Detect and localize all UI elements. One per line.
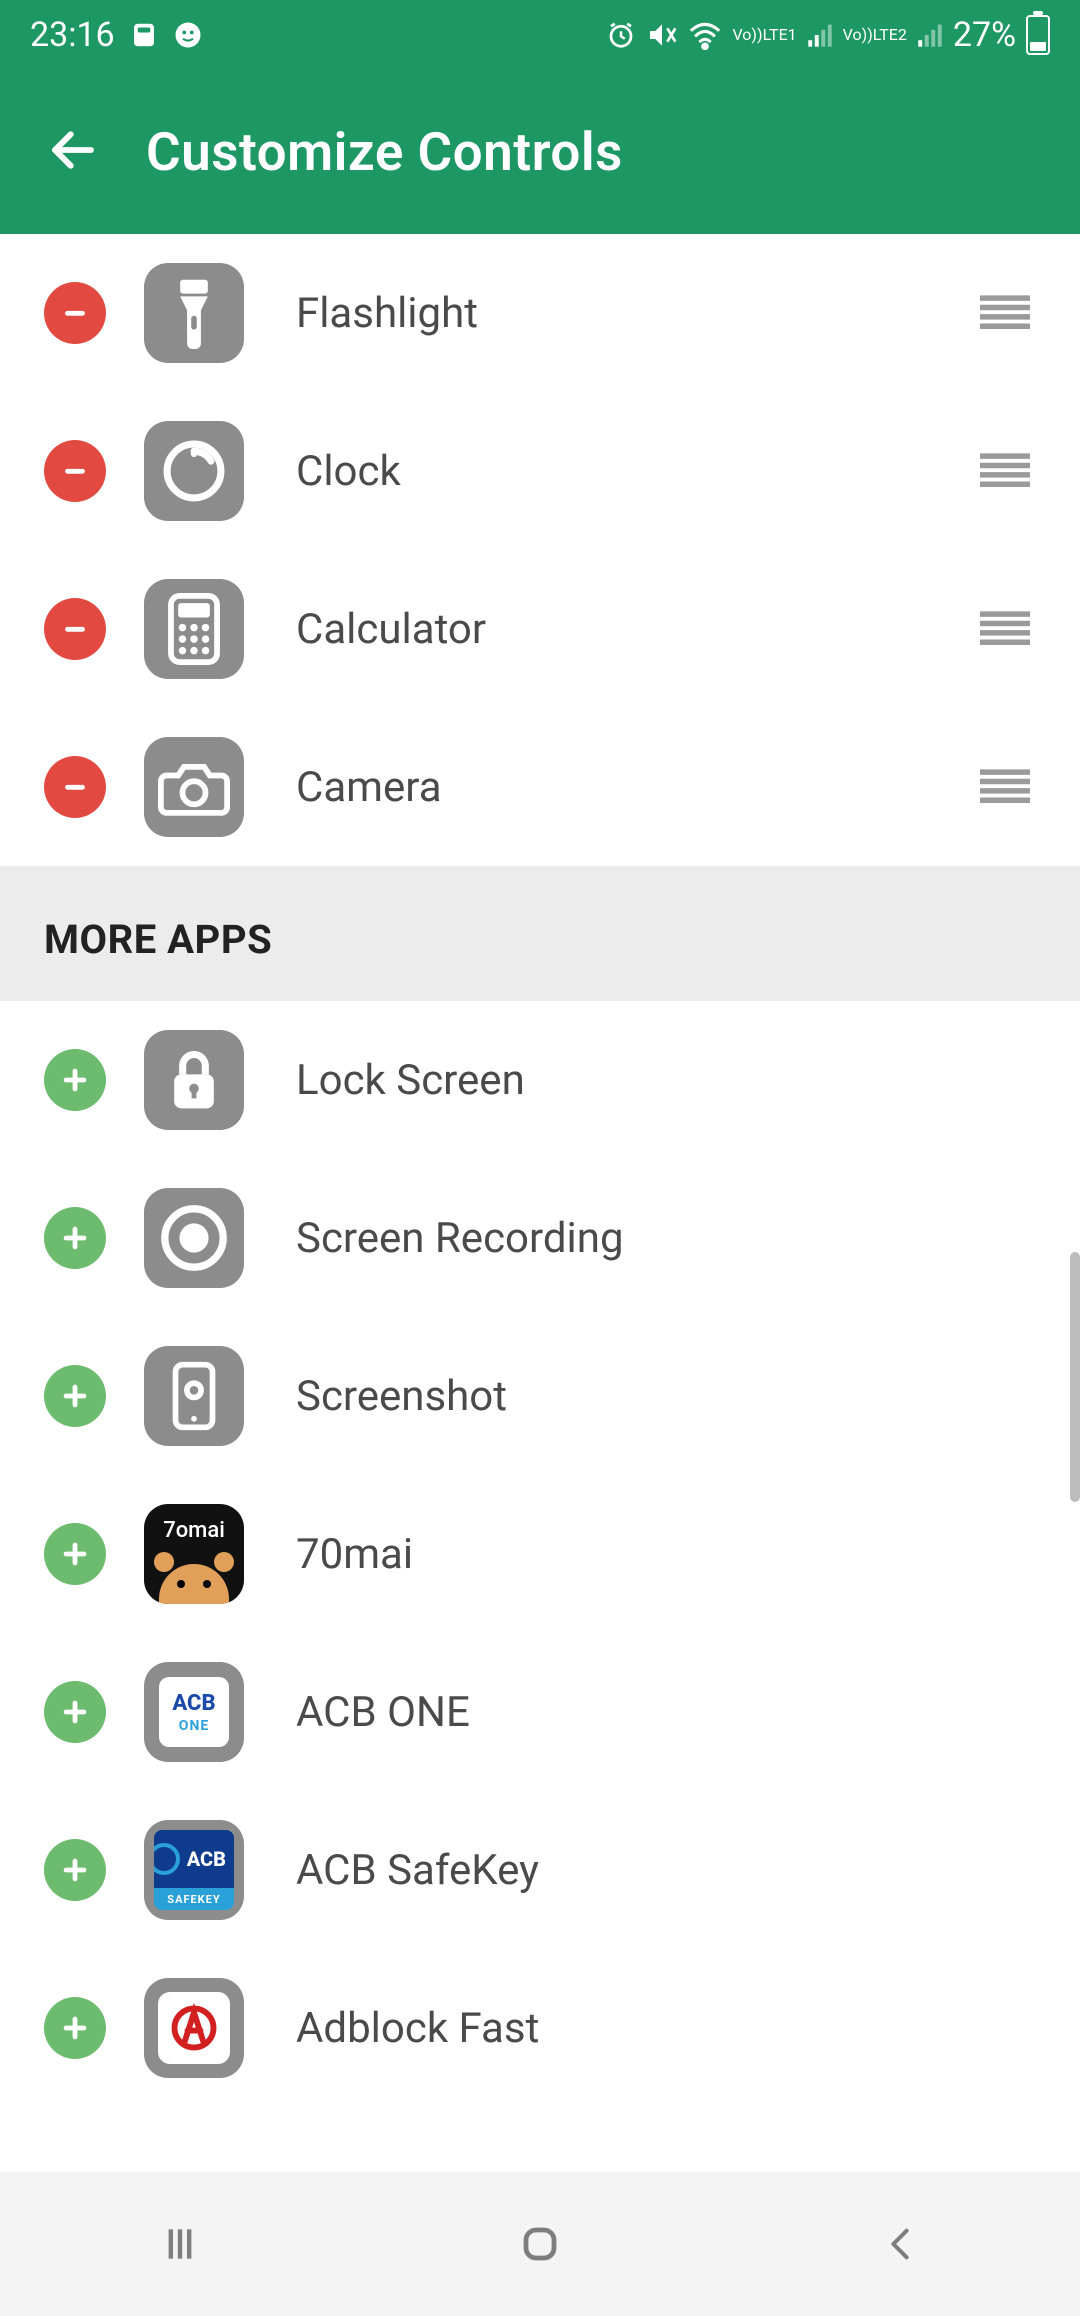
- add-button[interactable]: [44, 1997, 106, 2059]
- lte2-icon: Vo))LTE2: [843, 27, 907, 43]
- notification-icon: [129, 20, 159, 50]
- control-label: Flashlight: [282, 289, 942, 338]
- back-nav-button[interactable]: [800, 2222, 1000, 2266]
- scrollbar[interactable]: [1070, 1252, 1080, 1502]
- acb-text2: ACB: [187, 1847, 226, 1871]
- more-apps-list: Lock Screen Screen Recording Screenshot: [0, 1001, 1080, 2107]
- drag-handle-icon[interactable]: [980, 291, 1030, 335]
- acb-safekey-app-icon: ACB SAFEKEY: [144, 1820, 244, 1920]
- lte1-icon: Vo))LTE1: [732, 27, 796, 43]
- signal1-icon: [807, 22, 833, 48]
- add-button[interactable]: [44, 1207, 106, 1269]
- clock-icon: [144, 421, 244, 521]
- app-label: Lock Screen: [282, 1056, 1036, 1105]
- app-row-screenshot: Screenshot: [0, 1317, 1080, 1475]
- 70mai-text: 7omai: [144, 1518, 244, 1543]
- page-title: Customize Controls: [146, 121, 623, 183]
- status-left: 23:16: [30, 15, 203, 55]
- battery-percent: 27%: [953, 15, 1016, 55]
- control-row-camera: Camera: [0, 708, 1080, 866]
- acb-text: ACB: [172, 1691, 215, 1716]
- 70mai-app-icon: 7omai: [144, 1504, 244, 1604]
- wifi-icon: [688, 20, 722, 50]
- home-button[interactable]: [440, 2220, 640, 2268]
- control-row-calculator: Calculator: [0, 550, 1080, 708]
- add-button[interactable]: [44, 1365, 106, 1427]
- drag-handle-icon[interactable]: [980, 607, 1030, 651]
- app-row-acb-one: ACB ONE ACB ONE: [0, 1633, 1080, 1791]
- adblock-app-icon: [144, 1978, 244, 2078]
- status-time: 23:16: [30, 15, 115, 55]
- app-row-lock-screen: Lock Screen: [0, 1001, 1080, 1159]
- remove-button[interactable]: [44, 756, 106, 818]
- app-row-70mai: 7omai 70mai: [0, 1475, 1080, 1633]
- app-row-screen-recording: Screen Recording: [0, 1159, 1080, 1317]
- mute-icon: [646, 19, 678, 51]
- control-label: Camera: [282, 763, 942, 812]
- safekey-text: SAFEKEY: [154, 1888, 234, 1910]
- remove-button[interactable]: [44, 282, 106, 344]
- calculator-icon: [144, 579, 244, 679]
- flashlight-icon: [144, 263, 244, 363]
- add-button[interactable]: [44, 1839, 106, 1901]
- status-bar: 23:16 Vo))LTE1 Vo))LTE2 27%: [0, 0, 1080, 70]
- alarm-icon: [606, 20, 636, 50]
- app-label: ACB SafeKey: [282, 1846, 1036, 1895]
- control-row-clock: Clock: [0, 392, 1080, 550]
- remove-button[interactable]: [44, 440, 106, 502]
- status-right: Vo))LTE1 Vo))LTE2 27%: [606, 15, 1050, 55]
- acb-one-app-icon: ACB ONE: [144, 1662, 244, 1762]
- signal2-icon: [917, 22, 943, 48]
- camera-icon: [144, 737, 244, 837]
- face-icon: [173, 20, 203, 50]
- active-controls-list: Flashlight Clock Calculator: [0, 234, 1080, 866]
- recents-button[interactable]: [80, 2222, 280, 2266]
- app-label: Screen Recording: [282, 1214, 1036, 1263]
- app-label: 70mai: [282, 1530, 1036, 1579]
- control-row-flashlight: Flashlight: [0, 234, 1080, 392]
- add-button[interactable]: [44, 1523, 106, 1585]
- screenshot-icon: [144, 1346, 244, 1446]
- app-bar: Customize Controls: [0, 70, 1080, 234]
- app-row-adblock-fast: Adblock Fast: [0, 1949, 1080, 2107]
- acb-one-sub: ONE: [179, 1718, 209, 1734]
- drag-handle-icon[interactable]: [980, 765, 1030, 809]
- system-nav-bar: [0, 2172, 1080, 2316]
- control-label: Clock: [282, 447, 942, 496]
- lock-icon: [144, 1030, 244, 1130]
- back-button[interactable]: [46, 123, 100, 181]
- app-label: Screenshot: [282, 1372, 1036, 1421]
- drag-handle-icon[interactable]: [980, 449, 1030, 493]
- section-header-more-apps: MORE APPS: [0, 866, 1080, 1001]
- record-icon: [144, 1188, 244, 1288]
- add-button[interactable]: [44, 1681, 106, 1743]
- remove-button[interactable]: [44, 598, 106, 660]
- control-label: Calculator: [282, 605, 942, 654]
- battery-icon: [1026, 15, 1050, 55]
- app-label: Adblock Fast: [282, 2004, 1036, 2053]
- app-label: ACB ONE: [282, 1688, 1036, 1737]
- app-row-acb-safekey: ACB SAFEKEY ACB SafeKey: [0, 1791, 1080, 1949]
- add-button[interactable]: [44, 1049, 106, 1111]
